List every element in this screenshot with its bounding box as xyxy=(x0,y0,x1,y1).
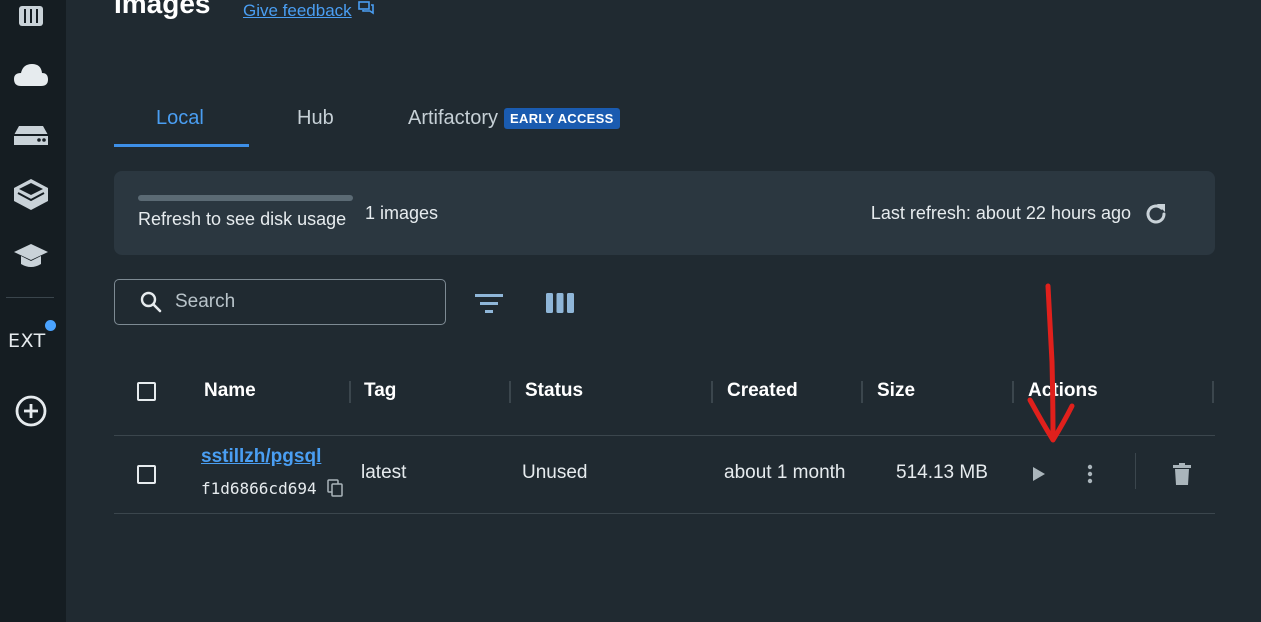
column-header-created[interactable]: Created xyxy=(727,380,798,402)
search-input[interactable] xyxy=(173,290,427,314)
table-header: Name Tag Status Created Size Actions xyxy=(114,355,1215,436)
row-checkbox[interactable] xyxy=(137,465,156,484)
volumes-icon[interactable] xyxy=(11,115,51,155)
select-all-checkbox[interactable] xyxy=(137,382,156,401)
sidebar: EXT xyxy=(0,0,66,622)
image-status: Unused xyxy=(522,462,588,483)
feedback-icon[interactable] xyxy=(357,0,374,21)
last-refresh-text: Last refresh: about 22 hours ago xyxy=(870,203,1131,223)
image-created: about 1 month xyxy=(724,462,846,483)
give-feedback-link[interactable]: Give feedback xyxy=(243,0,374,21)
tab-hub[interactable]: Hub xyxy=(297,90,334,146)
column-separator[interactable] xyxy=(711,381,713,403)
tab-artifactory-label[interactable]: Artifactory xyxy=(408,107,498,130)
column-header-actions: Actions xyxy=(1028,380,1098,401)
trash-icon[interactable] xyxy=(1173,463,1191,485)
cloud-icon[interactable] xyxy=(11,55,51,95)
tab-local[interactable]: Local xyxy=(156,90,204,146)
filter-icon[interactable] xyxy=(474,292,504,314)
copy-id-button[interactable] xyxy=(324,477,346,499)
more-options-button[interactable] xyxy=(1074,458,1106,490)
column-separator[interactable] xyxy=(861,381,863,403)
sidebar-divider xyxy=(6,297,54,298)
column-separator[interactable] xyxy=(509,381,511,403)
search-icon xyxy=(139,290,163,314)
give-feedback-label[interactable]: Give feedback xyxy=(243,1,352,21)
disk-usage-bar xyxy=(138,195,353,201)
tab-bar: Local Hub Artifactory EARLY ACCESS xyxy=(114,90,674,148)
images-table: Name Tag Status Created Size Actions sst… xyxy=(114,355,1215,514)
column-separator[interactable] xyxy=(1212,381,1214,403)
table-row[interactable]: sstillzh/pgsql f1d6866cd694 latest Unuse… xyxy=(114,436,1215,514)
notification-dot xyxy=(45,320,56,331)
column-header-status[interactable]: Status xyxy=(525,380,583,402)
columns-button[interactable] xyxy=(543,286,577,320)
action-separator xyxy=(1135,453,1136,489)
image-name-link[interactable]: sstillzh/pgsql xyxy=(201,446,321,468)
early-access-badge: EARLY ACCESS xyxy=(504,107,620,129)
column-header-size[interactable]: Size xyxy=(877,380,915,402)
add-extension-icon[interactable] xyxy=(11,391,51,431)
run-button[interactable] xyxy=(1022,458,1054,490)
builds-icon[interactable] xyxy=(11,174,51,214)
columns-icon[interactable] xyxy=(545,291,575,315)
more-vertical-icon[interactable] xyxy=(1087,464,1093,484)
play-icon[interactable] xyxy=(1030,466,1046,482)
containers-icon[interactable] xyxy=(11,0,51,35)
image-id: f1d6866cd694 xyxy=(201,479,317,498)
image-size: 514.13 MB xyxy=(896,462,988,483)
disk-usage-text: Refresh to see disk usage xyxy=(138,209,347,229)
column-header-tag[interactable]: Tag xyxy=(364,380,396,402)
image-tag: latest xyxy=(361,462,407,483)
copy-icon[interactable] xyxy=(327,479,343,497)
delete-button[interactable] xyxy=(1166,458,1198,490)
tab-artifactory[interactable]: Artifactory EARLY ACCESS xyxy=(408,90,620,146)
extensions-label[interactable]: EXT xyxy=(8,330,46,352)
column-header-name[interactable]: Name xyxy=(204,380,256,402)
column-separator[interactable] xyxy=(349,381,351,403)
disk-usage-panel: Refresh to see disk usage 1 images Last … xyxy=(114,171,1215,255)
images-count: 1 images xyxy=(365,203,439,223)
page-title: Images xyxy=(114,0,211,19)
filter-button[interactable] xyxy=(472,286,506,320)
refresh-button[interactable] xyxy=(1137,195,1175,233)
search-box[interactable] xyxy=(114,279,446,325)
learn-icon[interactable] xyxy=(11,236,51,276)
refresh-icon[interactable] xyxy=(1142,200,1170,228)
active-tab-indicator xyxy=(114,144,249,147)
column-separator[interactable] xyxy=(1012,381,1014,403)
